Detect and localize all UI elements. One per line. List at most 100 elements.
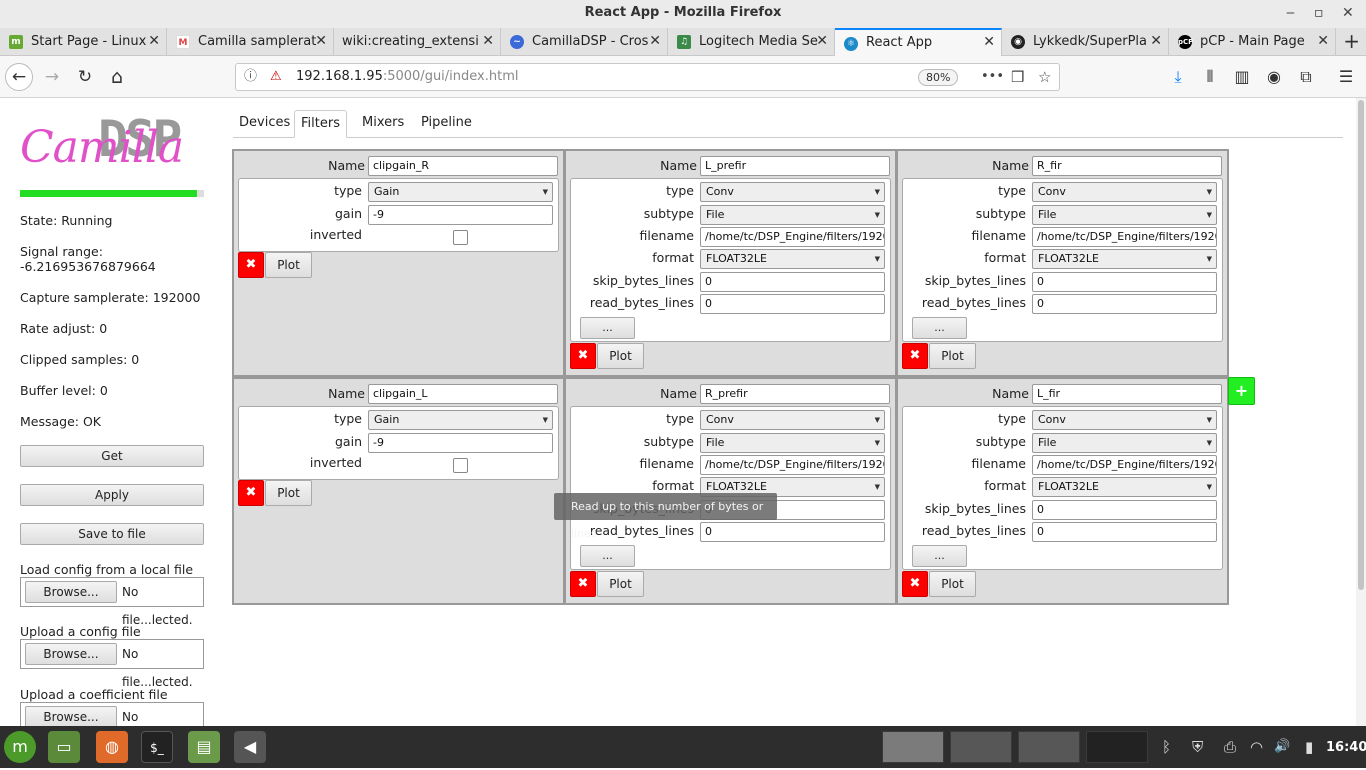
skip-bytes-lines-input[interactable]: 0 (700, 272, 885, 292)
format-select[interactable]: FLOAT32LE ▼ (1032, 249, 1217, 269)
page-scrollbar[interactable] (1356, 98, 1366, 726)
inverted-checkbox[interactable] (453, 230, 468, 245)
tab-mixers[interactable]: Mixers (356, 110, 410, 138)
type-select[interactable]: Conv ▼ (1032, 182, 1217, 202)
network-icon[interactable]: ◠ (1250, 726, 1263, 768)
browser-tab-active[interactable]: ⚛ React App ✕ (835, 28, 1002, 56)
workspace-3[interactable] (1018, 731, 1080, 763)
delete-filter-button[interactable]: ✖ (570, 343, 596, 369)
skip-bytes-lines-input[interactable]: 0 (1032, 272, 1217, 292)
read-bytes-lines-input[interactable]: 0 (700, 522, 885, 542)
browse-filename-button[interactable]: ... (912, 317, 967, 339)
downloads-icon[interactable]: ⤓ (1166, 63, 1190, 91)
plot-button[interactable]: Plot (929, 571, 976, 597)
type-select[interactable]: Conv ▼ (700, 410, 885, 430)
mint-menu-icon[interactable]: m (4, 731, 36, 763)
format-select[interactable]: FLOAT32LE ▼ (700, 249, 885, 269)
subtype-select[interactable]: File ▼ (1032, 205, 1217, 225)
read-bytes-lines-input[interactable]: 0 (700, 294, 885, 314)
forward-icon[interactable]: → (38, 63, 66, 91)
browse-filename-button[interactable]: ... (912, 545, 967, 567)
url-text[interactable]: 192.168.1.95:5000/gui/index.html (296, 64, 518, 90)
skip-bytes-lines-input[interactable]: 0 (1032, 500, 1217, 520)
get-button[interactable]: Get (20, 445, 204, 467)
bluetooth-icon[interactable]: ᛒ (1162, 726, 1171, 768)
filename-input[interactable]: /home/tc/DSP_Engine/filters/192000 (1032, 455, 1217, 475)
type-select[interactable]: Gain ▼ (368, 410, 553, 430)
filter-name-input[interactable]: R_prefir (700, 384, 890, 404)
close-tab-icon[interactable]: ✕ (1150, 28, 1162, 55)
close-tab-icon[interactable]: ✕ (983, 30, 995, 55)
screenshot-icon[interactable]: ⧉ (1294, 63, 1318, 91)
menu-icon[interactable]: ☰ (1334, 63, 1358, 91)
home-icon[interactable]: ⌂ (103, 63, 131, 91)
format-select[interactable]: FLOAT32LE ▼ (1032, 477, 1217, 497)
update-shield-icon[interactable]: ⛨ (1192, 726, 1203, 768)
browse-button[interactable]: Browse... (25, 643, 117, 665)
zoom-level-badge[interactable]: 80% (918, 69, 959, 86)
inverted-checkbox[interactable] (453, 458, 468, 473)
browser-tab[interactable]: M Camilla samplerat ✕ (167, 28, 334, 56)
close-tab-icon[interactable]: ✕ (148, 28, 160, 55)
apply-button[interactable]: Apply (20, 484, 204, 506)
close-tab-icon[interactable]: ✕ (816, 28, 828, 55)
browser-tab[interactable]: wiki:creating_extensi ✕ (334, 28, 501, 56)
delete-filter-button[interactable]: ✖ (902, 571, 928, 597)
filter-name-input[interactable]: clipgain_R (368, 156, 558, 176)
tab-devices[interactable]: Devices (233, 110, 296, 138)
browser-tab[interactable]: ♫ Logitech Media Se ✕ (668, 28, 835, 56)
browser-tab[interactable]: ~ CamillaDSP - Cros ✕ (501, 28, 668, 56)
type-select[interactable]: Gain ▼ (368, 182, 553, 202)
type-select[interactable]: Conv ▼ (1032, 410, 1217, 430)
delete-filter-button[interactable]: ✖ (238, 252, 264, 278)
site-info-icon[interactable]: ⓘ (244, 64, 257, 90)
close-tab-icon[interactable]: ✕ (649, 28, 661, 55)
files-icon[interactable]: ▤ (188, 731, 220, 763)
close-window-icon[interactable]: ✕ (1342, 0, 1354, 26)
subtype-select[interactable]: File ▼ (1032, 433, 1217, 453)
terminal-icon[interactable]: $_ (141, 731, 173, 763)
subtype-select[interactable]: File ▼ (700, 205, 885, 225)
browse-button[interactable]: Browse... (25, 581, 117, 603)
delete-filter-button[interactable]: ✖ (902, 343, 928, 369)
delete-filter-button[interactable]: ✖ (570, 571, 596, 597)
plot-button[interactable]: Plot (265, 480, 312, 506)
filter-name-input[interactable]: L_fir (1032, 384, 1222, 404)
bookmark-star-icon[interactable]: ☆ (1038, 64, 1051, 90)
browser-tab[interactable]: m Start Page - Linux ✕ (0, 28, 167, 56)
browse-button[interactable]: Browse... (25, 706, 117, 728)
filename-input[interactable]: /home/tc/DSP_Engine/filters/192000 (1032, 227, 1217, 247)
insecure-lock-icon[interactable]: ⚠ (270, 64, 282, 90)
battery-icon[interactable]: ▮ (1305, 726, 1313, 768)
filter-name-input[interactable]: L_prefir (700, 156, 890, 176)
delete-filter-button[interactable]: ✖ (238, 480, 264, 506)
plot-button[interactable]: Plot (929, 343, 976, 369)
reload-icon[interactable]: ↻ (71, 63, 99, 91)
gain-input[interactable]: -9 (368, 433, 553, 453)
browser-tab[interactable]: ◉ Lykkedk/SuperPla ✕ (1002, 28, 1169, 56)
browser-tab[interactable]: pCP pCP - Main Page ✕ (1169, 28, 1336, 56)
tab-filters[interactable]: Filters (294, 110, 347, 138)
volume-icon[interactable]: 🔊 (1274, 726, 1290, 768)
printer-icon[interactable]: ⎙ (1224, 726, 1236, 768)
gain-input[interactable]: -9 (368, 205, 553, 225)
url-bar[interactable]: ⓘ ⚠ 192.168.1.95:5000/gui/index.html 80%… (235, 63, 1060, 91)
upload-config-file-input[interactable]: Browse... No file...lected. (20, 639, 204, 689)
show-desktop-icon[interactable]: ▭ (48, 731, 80, 763)
back-icon[interactable]: ← (5, 63, 33, 91)
close-tab-icon[interactable]: ✕ (482, 28, 494, 55)
subtype-select[interactable]: File ▼ (700, 433, 885, 453)
type-select[interactable]: Conv ▼ (700, 182, 885, 202)
close-tab-icon[interactable]: ✕ (1317, 28, 1329, 55)
firefox-icon[interactable]: ◍ (96, 731, 128, 763)
audio-settings-icon[interactable]: ◀ (234, 731, 266, 763)
browse-filename-button[interactable]: ... (580, 545, 635, 567)
clock[interactable]: 16:40 (1326, 726, 1366, 770)
restore-icon[interactable]: ▫ (1314, 0, 1324, 26)
load-config-file-input[interactable]: Browse... No file...lected. (20, 577, 204, 627)
read-bytes-lines-input[interactable]: 0 (1032, 294, 1217, 314)
page-actions-icon[interactable]: ••• (981, 64, 1004, 90)
add-filter-button[interactable]: + (1228, 377, 1255, 405)
sidebar-toggle-icon[interactable]: ▥ (1230, 63, 1254, 91)
filter-name-input[interactable]: R_fir (1032, 156, 1222, 176)
